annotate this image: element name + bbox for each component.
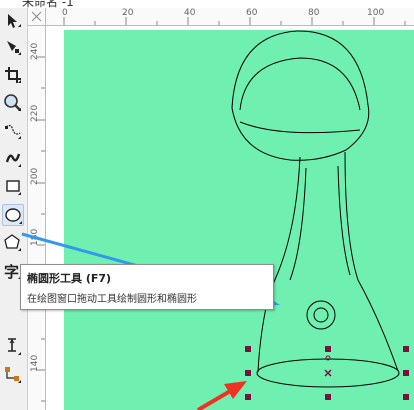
- button-outer-circle: [306, 300, 336, 330]
- tooltip-description: 在绘图窗口拖动工具绘制圆形和椭圆形: [27, 294, 197, 305]
- selection-center-x: [324, 369, 332, 377]
- tooltip-title: 椭圆形工具 (F7): [27, 272, 112, 285]
- selection-handle: [325, 346, 331, 352]
- stem-right: [344, 151, 399, 372]
- selection-handle: [245, 370, 251, 376]
- ruler-origin-corner[interactable]: [28, 8, 46, 26]
- stem-inner-right: [337, 165, 351, 276]
- red-annotation-arrow: [196, 381, 247, 410]
- selection-handle: [325, 394, 331, 400]
- button-inner-circle: [313, 307, 329, 323]
- selection-handle: [403, 346, 409, 352]
- dome-brim: [239, 121, 361, 134]
- selection-handle: [403, 370, 409, 376]
- selection-handle: [403, 394, 409, 400]
- vase-drawing: [231, 30, 400, 388]
- dome-inner-arc: [239, 57, 361, 111]
- dome-outline: [231, 30, 370, 161]
- drawing-overlay: [21, 30, 409, 410]
- selection-handle: [245, 394, 251, 400]
- selection-handle: [245, 346, 251, 352]
- ruler-origin-icon: [31, 11, 42, 22]
- tool-tooltip: 椭圆形工具 (F7) 在绘图窗口拖动工具绘制圆形和椭圆形: [20, 264, 274, 310]
